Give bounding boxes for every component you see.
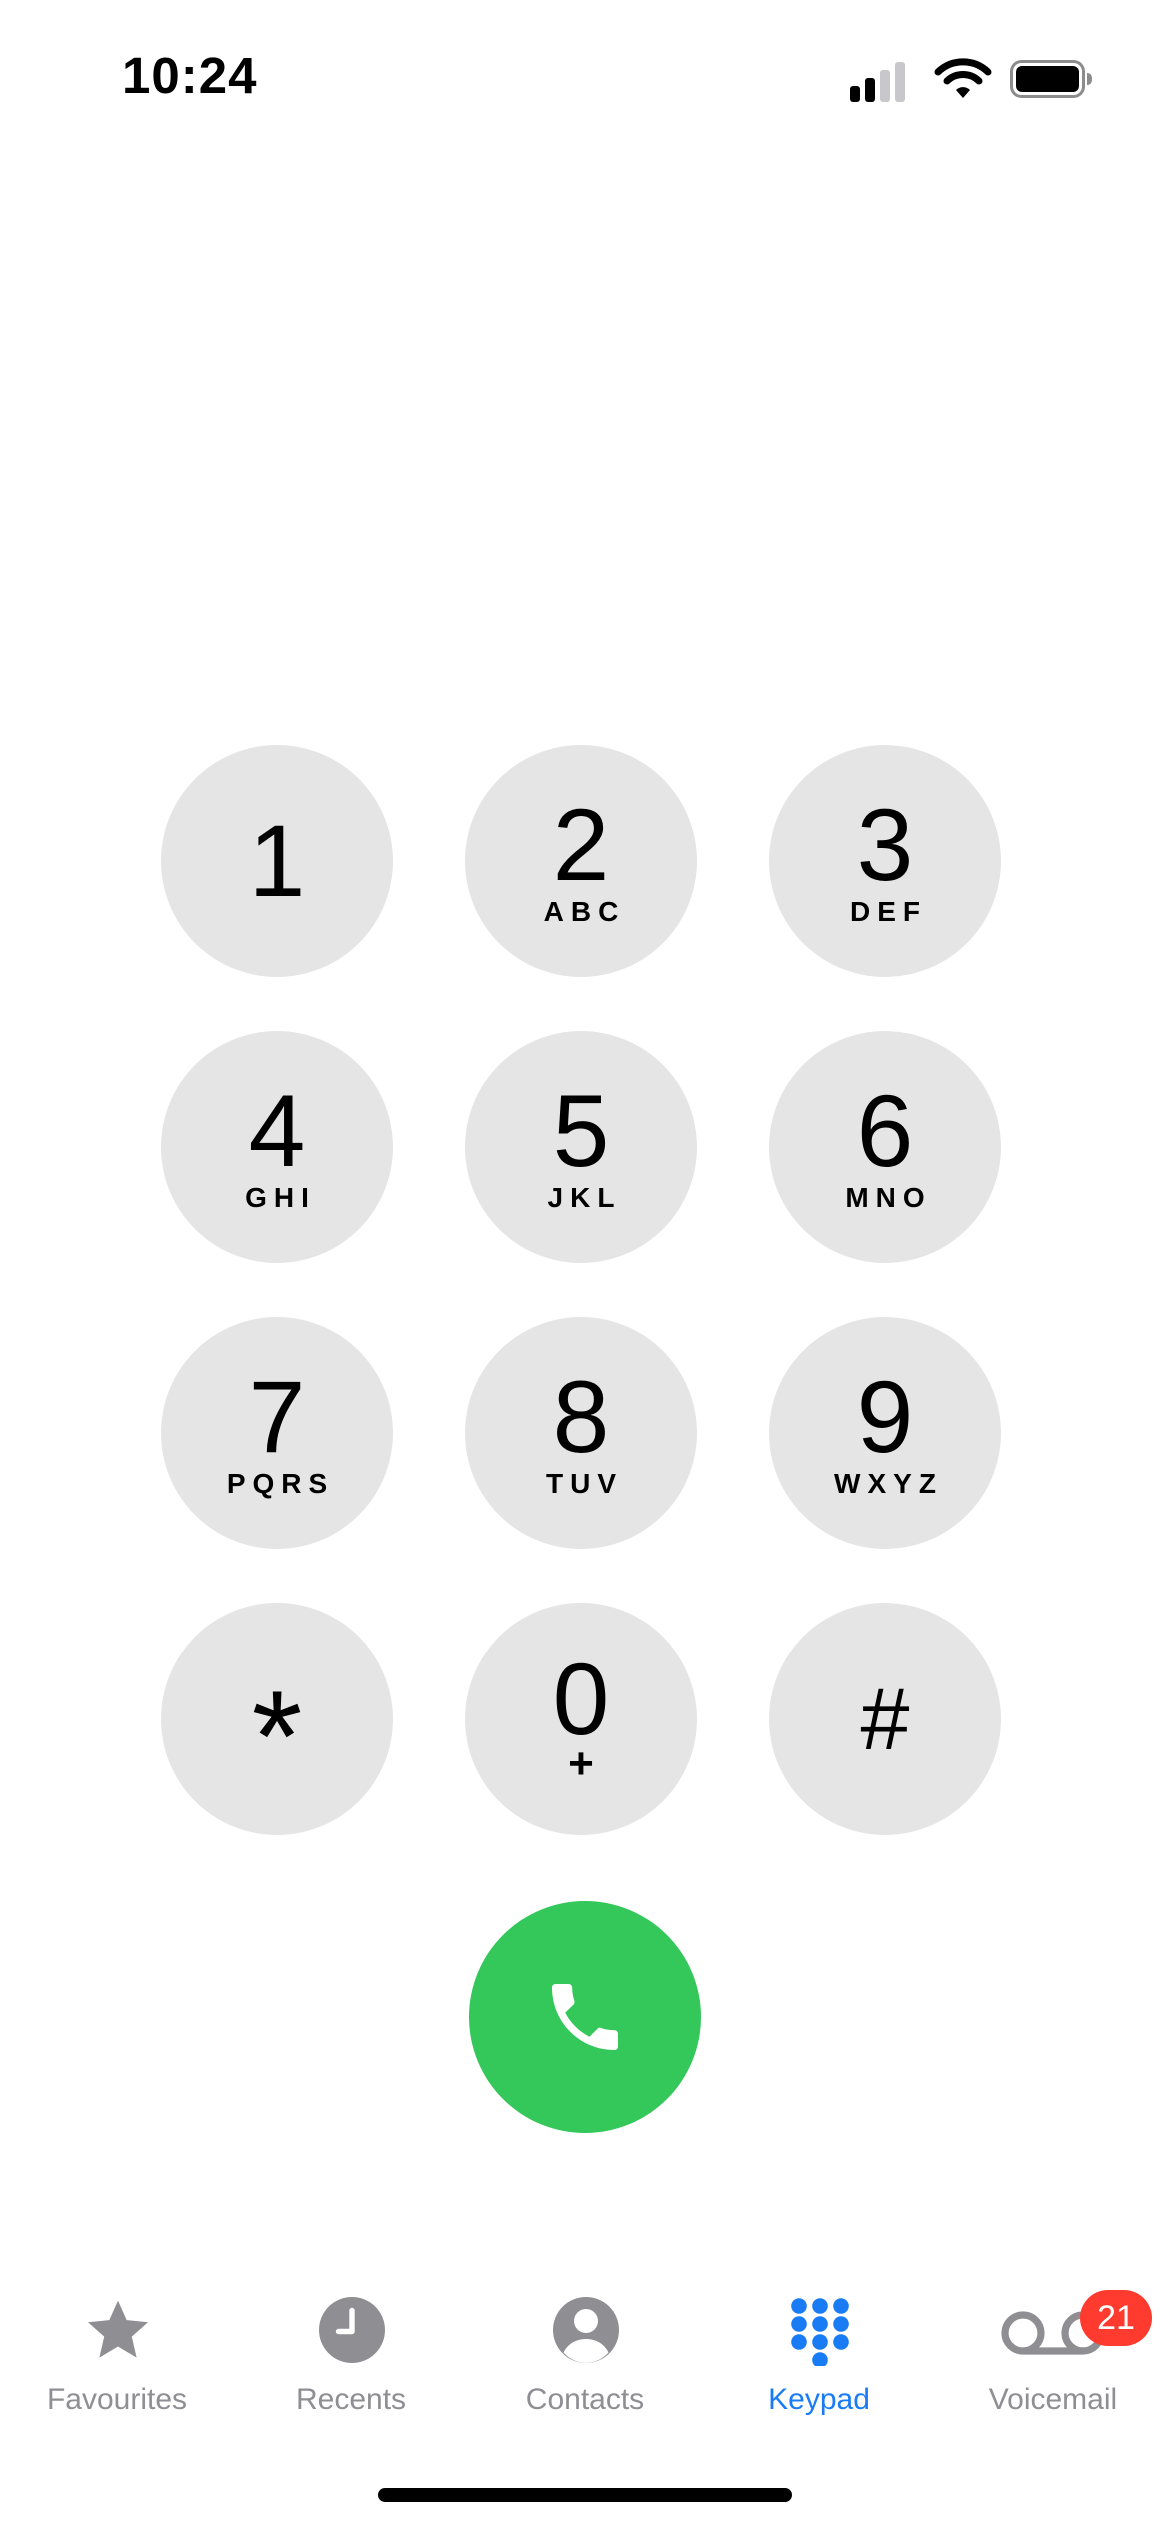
phone-icon [552, 1984, 618, 2050]
tab-label: Recents [295, 2383, 407, 2416]
tab-label: Favourites [46, 2383, 188, 2416]
key-digit: 8 [552, 1360, 610, 1474]
key-3[interactable]: 3 DEF [769, 745, 1001, 977]
key-letters: GHI [245, 1182, 316, 1213]
key-0[interactable]: 0 + [465, 1603, 697, 1835]
key-digit: 3 [856, 788, 914, 902]
key-letters: PQRS [226, 1468, 335, 1499]
tab-label: Contacts [525, 2383, 645, 2416]
key-digit: 9 [856, 1360, 914, 1474]
key-letters: MNO [845, 1182, 932, 1213]
key-digit: 0 [552, 1642, 610, 1756]
key-letters: DEF [850, 896, 927, 927]
key-8[interactable]: 8 TUV [465, 1317, 697, 1549]
key-digit: # [860, 1669, 910, 1768]
key-9[interactable]: 9 WXYZ [769, 1317, 1001, 1549]
key-6[interactable]: 6 MNO [769, 1031, 1001, 1263]
voicemail-badge: 21 [1080, 2290, 1152, 2346]
key-digit: 4 [248, 1074, 306, 1188]
tab-contacts[interactable]: Contacts [468, 2270, 702, 2440]
tab-label: Voicemail [988, 2383, 1118, 2416]
key-digit: 6 [856, 1074, 914, 1188]
key-4[interactable]: 4 GHI [161, 1031, 393, 1263]
key-digit: * [251, 1663, 303, 1809]
key-letters: ABC [543, 896, 626, 927]
key-1[interactable]: 1 [161, 745, 393, 977]
key-letters: JKL [547, 1182, 622, 1213]
key-digit: 1 [248, 804, 306, 918]
key-star[interactable]: * [161, 1603, 393, 1835]
keypad-icon [791, 2298, 849, 2366]
star-icon [88, 2300, 148, 2358]
person-icon [553, 2297, 619, 2363]
key-2[interactable]: 2 ABC [465, 745, 697, 977]
key-letters: + [568, 1739, 594, 1788]
key-digit: 7 [248, 1360, 306, 1474]
key-hash[interactable]: # [769, 1603, 1001, 1835]
key-7[interactable]: 7 PQRS [161, 1317, 393, 1549]
key-letters: TUV [546, 1468, 623, 1499]
tab-favourites[interactable]: Favourites [0, 2270, 234, 2440]
key-digit: 5 [552, 1074, 610, 1188]
call-button[interactable] [469, 1901, 701, 2133]
tab-keypad[interactable]: Keypad [702, 2270, 936, 2440]
tab-label: Keypad [768, 2383, 870, 2416]
battery-icon [1010, 60, 1092, 98]
wifi-icon [934, 58, 992, 98]
key-digit: 2 [552, 788, 610, 902]
status-icons [850, 56, 1095, 102]
tab-recents[interactable]: Recents [234, 2270, 468, 2440]
clock-icon [319, 2297, 385, 2363]
key-letters: WXYZ [834, 1468, 943, 1499]
status-time: 10:24 [122, 47, 258, 104]
tab-bar: Favourites Recents Contacts Keypad Voice… [0, 2270, 1170, 2440]
key-5[interactable]: 5 JKL [465, 1031, 697, 1263]
home-indicator[interactable] [378, 2488, 792, 2502]
